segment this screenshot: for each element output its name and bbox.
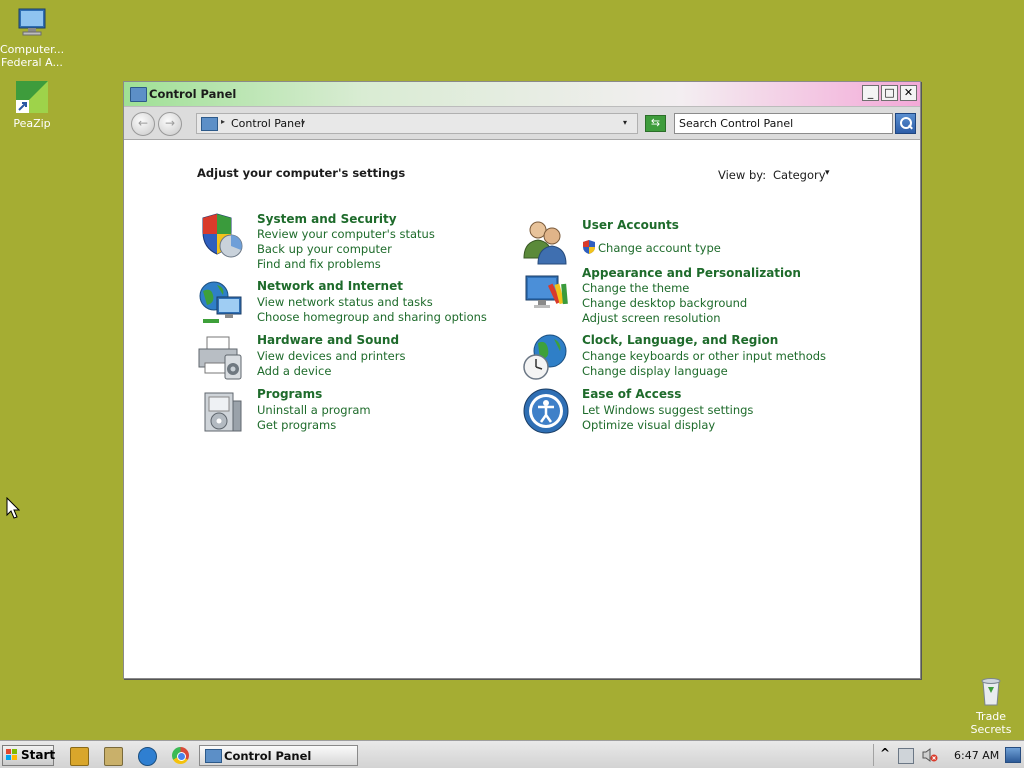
clock[interactable]: 6:47 AM bbox=[954, 749, 999, 762]
link-review-status[interactable]: Review your computer's status bbox=[257, 227, 435, 241]
folder-icon[interactable] bbox=[104, 747, 123, 766]
computer-icon bbox=[15, 6, 49, 40]
internet-explorer-icon[interactable] bbox=[138, 747, 157, 766]
window-titlebar[interactable]: Control Panel _ □ ✕ bbox=[124, 82, 920, 107]
taskbar-item-label: Control Panel bbox=[224, 749, 312, 763]
taskbar: Start Control Panel ^ 6:47 AM bbox=[0, 740, 1024, 768]
category-title-system-and-security[interactable]: System and Security bbox=[257, 212, 397, 226]
control-panel-content: Adjust your computer's settings View by:… bbox=[124, 140, 920, 677]
users-icon bbox=[522, 218, 570, 266]
shield-icon bbox=[197, 212, 245, 260]
clock-globe-icon bbox=[522, 333, 570, 381]
show-hidden-icons-button[interactable]: ^ bbox=[880, 746, 890, 760]
link-uninstall-program[interactable]: Uninstall a program bbox=[257, 403, 371, 417]
volume-muted-icon[interactable] bbox=[922, 748, 938, 762]
desktop-icon-peazip[interactable]: PeaZip bbox=[0, 80, 64, 130]
category-title-appearance[interactable]: Appearance and Personalization bbox=[582, 266, 801, 280]
forward-button[interactable]: → bbox=[158, 112, 182, 136]
link-network-status[interactable]: View network status and tasks bbox=[257, 295, 433, 309]
link-get-programs[interactable]: Get programs bbox=[257, 418, 336, 432]
view-by-dropdown[interactable]: Category bbox=[773, 168, 826, 182]
link-desktop-background[interactable]: Change desktop background bbox=[582, 296, 747, 310]
desktop-icon-computer[interactable]: Computer... Federal A... bbox=[0, 6, 64, 69]
link-add-device[interactable]: Add a device bbox=[257, 364, 331, 378]
category-title-user-accounts[interactable]: User Accounts bbox=[582, 218, 679, 232]
search-button[interactable] bbox=[895, 113, 916, 134]
control-panel-icon bbox=[205, 749, 222, 763]
chevron-down-icon[interactable]: ▾ bbox=[301, 118, 305, 127]
refresh-button[interactable]: ⇆ bbox=[645, 115, 666, 132]
taskbar-item-control-panel[interactable]: Control Panel bbox=[199, 745, 358, 766]
appearance-icon bbox=[522, 266, 570, 314]
control-panel-window: Control Panel _ □ ✕ ← → ▸ Control Panel … bbox=[123, 81, 921, 679]
recycle-bin-icon bbox=[974, 673, 1008, 707]
close-button[interactable]: ✕ bbox=[900, 85, 917, 101]
link-devices-printers[interactable]: View devices and printers bbox=[257, 349, 405, 363]
network-icon[interactable] bbox=[898, 748, 914, 764]
link-display-language[interactable]: Change display language bbox=[582, 364, 728, 378]
category-title-clock-language[interactable]: Clock, Language, and Region bbox=[582, 333, 778, 347]
navigation-toolbar: ← → ▸ Control Panel ▾ ▾ ⇆ bbox=[124, 107, 920, 140]
show-desktop-button[interactable] bbox=[1005, 747, 1021, 763]
view-by-label: View by: bbox=[718, 168, 767, 182]
start-label: Start bbox=[21, 748, 56, 762]
link-change-theme[interactable]: Change the theme bbox=[582, 281, 689, 295]
category-title-programs[interactable]: Programs bbox=[257, 387, 322, 401]
desktop-icon-label: Trade Secrets bbox=[970, 710, 1012, 736]
control-panel-icon bbox=[201, 117, 218, 131]
category-title-hardware-and-sound[interactable]: Hardware and Sound bbox=[257, 333, 399, 347]
desktop-icon-label: PeaZip bbox=[13, 117, 51, 130]
link-optimize-visual-display[interactable]: Optimize visual display bbox=[582, 418, 715, 432]
link-change-keyboards[interactable]: Change keyboards or other input methods bbox=[582, 349, 826, 363]
category-title-network-and-internet[interactable]: Network and Internet bbox=[257, 279, 403, 293]
search-input[interactable] bbox=[674, 113, 893, 134]
minimize-button[interactable]: _ bbox=[862, 85, 879, 101]
desktop-icon-recycle-bin[interactable]: Trade Secrets bbox=[959, 673, 1023, 736]
address-dropdown-button[interactable]: ▾ bbox=[623, 118, 627, 127]
breadcrumb-control-panel[interactable]: Control Panel bbox=[231, 117, 304, 130]
network-globe-icon bbox=[197, 279, 245, 327]
mouse-cursor-icon bbox=[6, 496, 21, 522]
back-button[interactable]: ← bbox=[131, 112, 155, 136]
ease-of-access-icon bbox=[522, 387, 570, 435]
control-panel-icon bbox=[130, 87, 147, 102]
system-tray: ^ 6:47 AM bbox=[873, 744, 1022, 766]
peazip-icon bbox=[15, 80, 49, 114]
chrome-icon[interactable] bbox=[172, 747, 189, 764]
link-homegroup-sharing[interactable]: Choose homegroup and sharing options bbox=[257, 310, 487, 324]
programs-icon bbox=[197, 387, 245, 435]
start-button[interactable]: Start bbox=[2, 745, 56, 766]
link-back-up[interactable]: Back up your computer bbox=[257, 242, 392, 256]
link-windows-suggest-settings[interactable]: Let Windows suggest settings bbox=[582, 403, 753, 417]
desktop-icon-label: Computer... Federal A... bbox=[0, 43, 64, 69]
link-find-fix-problems[interactable]: Find and fix problems bbox=[257, 257, 381, 271]
windows-flag-icon bbox=[6, 749, 18, 761]
link-change-account-type[interactable]: Change account type bbox=[598, 241, 721, 255]
breadcrumb-separator-icon[interactable]: ▸ bbox=[221, 117, 225, 126]
address-bar[interactable]: ▸ Control Panel ▾ ▾ bbox=[196, 113, 638, 134]
window-title: Control Panel bbox=[149, 87, 237, 101]
printer-icon bbox=[197, 333, 245, 381]
chevron-down-icon[interactable]: ▾ bbox=[825, 168, 830, 178]
page-title: Adjust your computer's settings bbox=[197, 166, 406, 180]
maximize-button[interactable]: □ bbox=[881, 85, 898, 101]
uac-shield-icon bbox=[582, 240, 596, 257]
category-title-ease-of-access[interactable]: Ease of Access bbox=[582, 387, 681, 401]
media-player-icon[interactable] bbox=[70, 747, 89, 766]
link-screen-resolution[interactable]: Adjust screen resolution bbox=[582, 311, 721, 325]
